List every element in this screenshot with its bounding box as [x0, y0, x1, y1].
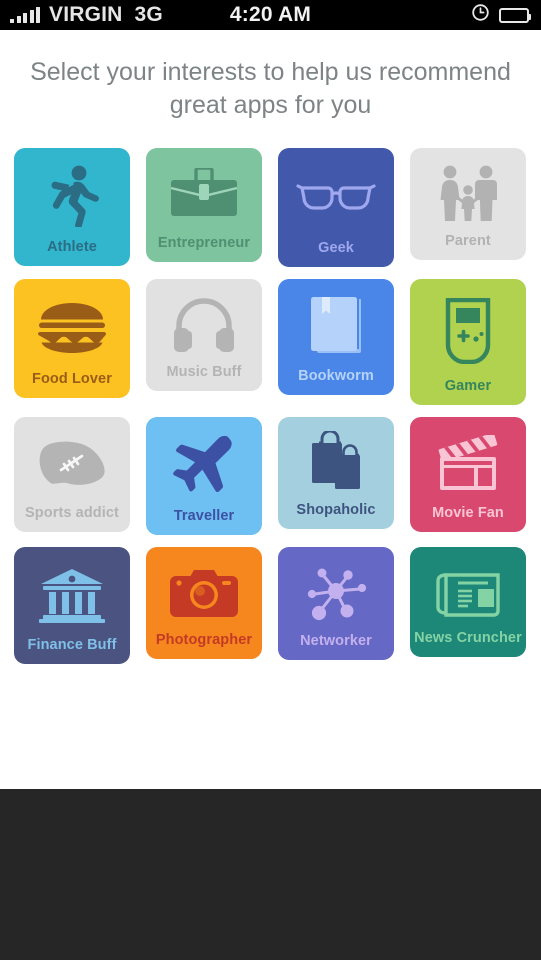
- interest-tile-label: Athlete: [47, 239, 97, 255]
- burger-icon: [36, 293, 108, 362]
- interest-tile-label: Photographer: [155, 632, 253, 648]
- interest-tile-music-buff[interactable]: Music Buff: [146, 279, 262, 391]
- camera-icon: [170, 561, 238, 623]
- interest-tile-entrepreneur[interactable]: Entrepreneur: [146, 148, 262, 262]
- interest-tile-label: Bookworm: [298, 368, 374, 384]
- handheld-console-icon: [443, 293, 493, 369]
- page-title: Select your interests to help us recomme…: [30, 58, 511, 119]
- interest-tile-label: Geek: [318, 240, 354, 256]
- interest-tile-label: Food Lover: [32, 371, 112, 387]
- interest-tile-label: Movie Fan: [432, 505, 504, 521]
- briefcase-icon: [171, 162, 237, 226]
- interest-tile-label: Music Buff: [166, 364, 242, 380]
- status-bar: VIRGIN 3G 4:20 AM: [0, 0, 541, 30]
- interest-tile-label: Sports addict: [25, 505, 119, 521]
- runner-icon: [43, 162, 101, 230]
- interest-tile-sports-addict[interactable]: Sports addict: [14, 417, 130, 532]
- interest-tile-shopaholic[interactable]: Shopaholic: [278, 417, 394, 529]
- interest-tile-athlete[interactable]: Athlete: [14, 148, 130, 266]
- interest-tile-photographer[interactable]: Photographer: [146, 547, 262, 659]
- alarm-clock-icon: [472, 3, 489, 27]
- network-nodes-icon: [303, 561, 369, 624]
- interest-tile-networker[interactable]: Networker: [278, 547, 394, 660]
- interest-tile-parent[interactable]: Parent: [410, 148, 526, 260]
- newspaper-icon: [434, 561, 502, 621]
- interest-tile-label: Shopaholic: [296, 502, 376, 518]
- interest-tile-label: Entrepreneur: [157, 235, 251, 251]
- glasses-icon: [296, 162, 376, 231]
- book-icon: [309, 293, 363, 359]
- bottom-panel: [0, 789, 541, 960]
- interests-grid: Athlete Entrepreneur Geek Parent Food Lo…: [0, 148, 541, 676]
- headphones-icon: [173, 293, 235, 355]
- interest-tile-news-cruncher[interactable]: News Cruncher: [410, 547, 526, 657]
- battery-full-icon: [499, 7, 531, 23]
- football-icon: [38, 431, 106, 496]
- interest-tile-label: Finance Buff: [27, 637, 117, 653]
- interest-tile-food-lover[interactable]: Food Lover: [14, 279, 130, 398]
- interest-tile-finance-buff[interactable]: Finance Buff: [14, 547, 130, 664]
- clapperboard-icon: [434, 431, 502, 496]
- interest-tile-label: Parent: [445, 233, 491, 249]
- interest-tile-geek[interactable]: Geek: [278, 148, 394, 267]
- bank-icon: [39, 561, 105, 628]
- airplane-icon: [172, 431, 236, 499]
- status-time: 4:20 AM: [229, 3, 312, 26]
- interest-tile-label: Traveller: [173, 508, 235, 524]
- interest-tile-label: Gamer: [444, 378, 492, 394]
- interest-tile-traveller[interactable]: Traveller: [146, 417, 262, 535]
- shopping-bags-icon: [303, 431, 369, 493]
- interest-tile-gamer[interactable]: Gamer: [410, 279, 526, 405]
- interest-tile-bookworm[interactable]: Bookworm: [278, 279, 394, 395]
- interest-tile-label: Networker: [300, 633, 372, 649]
- interest-tile-movie-fan[interactable]: Movie Fan: [410, 417, 526, 532]
- interest-tile-label: News Cruncher: [414, 630, 522, 646]
- family-icon: [437, 162, 499, 224]
